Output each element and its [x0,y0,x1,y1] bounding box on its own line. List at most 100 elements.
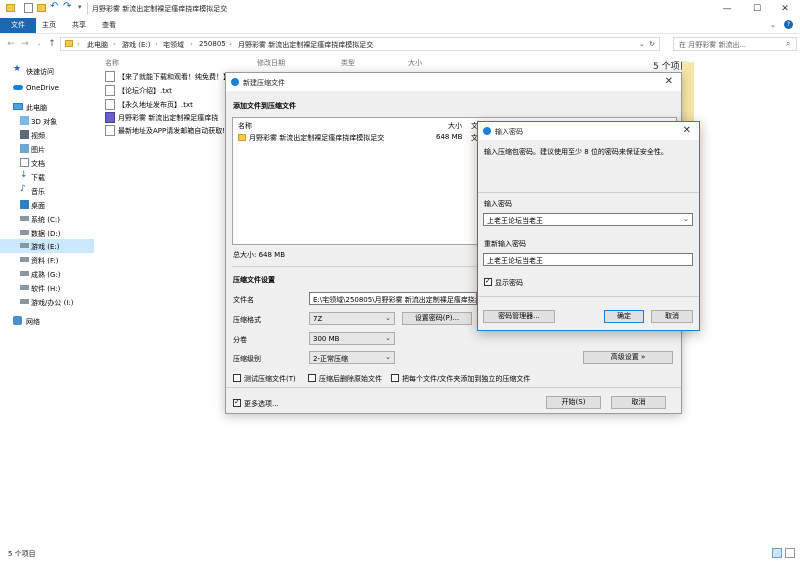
sidebar-item-documents[interactable]: 文档 [0,156,94,170]
sidebar-item-label: 视频 [31,132,45,140]
maximize-button[interactable]: ☐ [742,0,772,18]
password-manager-button[interactable]: 密码管理器... [483,310,555,323]
desktop-icon [20,200,29,209]
column-header-type[interactable]: 类型 [341,58,355,68]
status-bar: 5 个项目 [0,545,800,561]
address-bar[interactable]: › 此电脑 › 游戏 (E:) › 宅领域 › 250805 › 月野彩雾 新流… [60,37,660,51]
column-header-size[interactable]: 大小 [448,121,462,131]
sidebar-item-onedrive[interactable]: OneDrive [0,81,94,95]
drive-icon [20,271,29,276]
undo-icon[interactable]: ↶ [50,1,58,12]
status-text: 5 个项目 [8,550,36,558]
reenter-password-value: 上老王论坛当老王 [487,257,543,265]
file-row[interactable]: 【来了就能下载和观看！纯免费！】 [105,71,235,83]
sidebar-item-drive-f[interactable]: 资料 (F:) [0,253,94,267]
sidebar-item-downloads[interactable]: ↓ 下载 [0,170,94,184]
filename-field[interactable]: E:\宅领域\250805\月野彩雾 新流出定制裸足瘙痒挠痒模拟足交 [309,292,477,305]
sidebar-item-drive-g[interactable]: 成熟 (G:) [0,267,94,281]
sidebar-item-drive-e[interactable]: 游戏 (E:) [0,239,94,253]
filename-value: E:\宅领域\250805\月野彩雾 新流出定制裸足瘙痒挠痒模拟足交 [313,296,476,304]
back-arrow-icon[interactable]: ← [5,38,17,50]
cancel-button[interactable]: 取消 [651,310,693,323]
sidebar-item-network[interactable]: 网络 [0,314,94,328]
sidebar-item-drive-d[interactable]: 数据 (D:) [0,226,94,240]
column-header-name[interactable]: 名称 [105,58,119,68]
more-options-label: 更多选项... [244,400,279,408]
breadcrumb-date-folder[interactable]: 250805 [199,40,226,48]
divider [478,192,699,193]
breadcrumb-separator: › [77,40,80,48]
sidebar-item-this-pc[interactable]: 此电脑 [0,100,94,114]
more-options-checkbox[interactable] [233,398,241,407]
new-folder-icon[interactable] [37,4,46,12]
tab-home[interactable]: 主页 [32,18,66,33]
breadcrumb-folder[interactable]: 宅领域 [163,40,184,50]
total-size-label: 总大小: 648 MB [233,251,286,259]
details-view-icon[interactable] [772,548,782,558]
tab-view[interactable]: 查看 [92,18,126,33]
close-icon[interactable]: ✕ [665,76,673,87]
sidebar-item-pictures[interactable]: 图片 [0,142,94,156]
tab-file[interactable]: 文件 [0,18,36,33]
sidebar-item-drive-i[interactable]: 游戏/办公 (I:) [0,295,94,309]
close-button[interactable]: ✕ [770,0,800,18]
reenter-password-input[interactable]: 上老王论坛当老王 [483,253,693,266]
recent-locations-icon[interactable]: ⌄ [33,38,45,50]
window-title: 月野彩雾 新流出定制裸足瘙痒挠痒模拟足交 [92,5,228,13]
test-archive-checkbox[interactable] [233,374,241,382]
delete-source-checkbox[interactable] [308,374,316,382]
archive-entry-name[interactable]: 月野彩雾 新流出定制裸足瘙痒挠痒模拟足交 [249,133,384,143]
ok-button[interactable]: 确定 [604,310,644,323]
separate-archives-checkbox[interactable] [391,374,399,382]
drive-icon [20,230,29,235]
large-icons-view-icon[interactable] [785,548,795,558]
redo-icon[interactable]: ↷ [63,1,71,12]
archive-entry-size: 648 MB [436,133,463,141]
set-password-button[interactable]: 设置密码(P)... [402,312,472,325]
sidebar-item-videos[interactable]: 视频 [0,128,94,142]
drive-icon [20,216,29,221]
format-select[interactable]: 7Z ⌄ [309,312,395,325]
volume-select[interactable]: 300 MB ⌄ [309,332,395,345]
sidebar-item-3d-objects[interactable]: 3D 对象 [0,114,94,128]
customize-toolbar-icon[interactable]: ▾ [78,3,82,11]
show-password-checkbox[interactable] [484,277,492,286]
expand-ribbon-icon[interactable]: ⌄ [770,21,776,29]
column-header-size[interactable]: 大小 [408,58,422,68]
refresh-icon[interactable]: ↻ [649,40,655,48]
sidebar-item-drive-c[interactable]: 系统 (C:) [0,212,94,226]
sidebar-item-drive-h[interactable]: 软件 (H:) [0,281,94,295]
navigation-bar: ← → ⌄ ↑ › 此电脑 › 游戏 (E:) › 宅领域 › 250805 ›… [0,35,800,53]
password-input[interactable]: 上老王论坛当老王 ⌄ [483,213,693,226]
start-button[interactable]: 开始(S) [546,396,601,409]
properties-icon[interactable] [24,3,33,13]
cancel-button[interactable]: 取消 [611,396,666,409]
search-input[interactable]: 在 月野彩雾 新流出... ⌕ [673,37,797,51]
advanced-settings-button[interactable]: 高级设置 » [583,351,673,364]
address-dropdown-icon[interactable]: ⌄ [639,40,645,48]
minimize-button[interactable]: — [712,0,742,18]
column-header-date[interactable]: 修改日期 [257,58,285,68]
forward-arrow-icon[interactable]: → [19,38,31,50]
drive-icon [20,299,29,304]
column-header-name[interactable]: 名称 [238,121,252,131]
tab-share[interactable]: 共享 [62,18,96,33]
sidebar-item-desktop[interactable]: 桌面 [0,198,94,212]
sidebar-item-quick-access[interactable]: ★ 快速访问 [0,64,94,78]
archive-file-icon [105,112,115,123]
close-icon[interactable]: ✕ [683,125,691,136]
breadcrumb-this-pc[interactable]: 此电脑 [87,40,108,50]
separate-archives-label: 把每个文件/文件夹添加到独立的压缩文件 [402,375,531,383]
breadcrumb-drive-e[interactable]: 游戏 (E:) [122,40,150,50]
show-password-label: 显示密码 [495,279,523,287]
breadcrumb-separator: › [155,40,158,48]
download-icon: ↓ [20,170,28,180]
chevron-down-icon: ⌄ [385,314,391,322]
sidebar-item-music[interactable]: ♪ 音乐 [0,184,94,198]
volume-label: 分卷 [233,336,247,344]
breadcrumb-current[interactable]: 月野彩雾 新流出定制裸足瘙痒挠痒模拟足交 [238,40,373,50]
up-arrow-icon[interactable]: ↑ [46,38,58,50]
chevron-down-icon[interactable]: ⌄ [683,215,689,223]
help-icon[interactable]: ? [784,20,793,29]
level-select[interactable]: 2-正常压缩 ⌄ [309,351,395,364]
